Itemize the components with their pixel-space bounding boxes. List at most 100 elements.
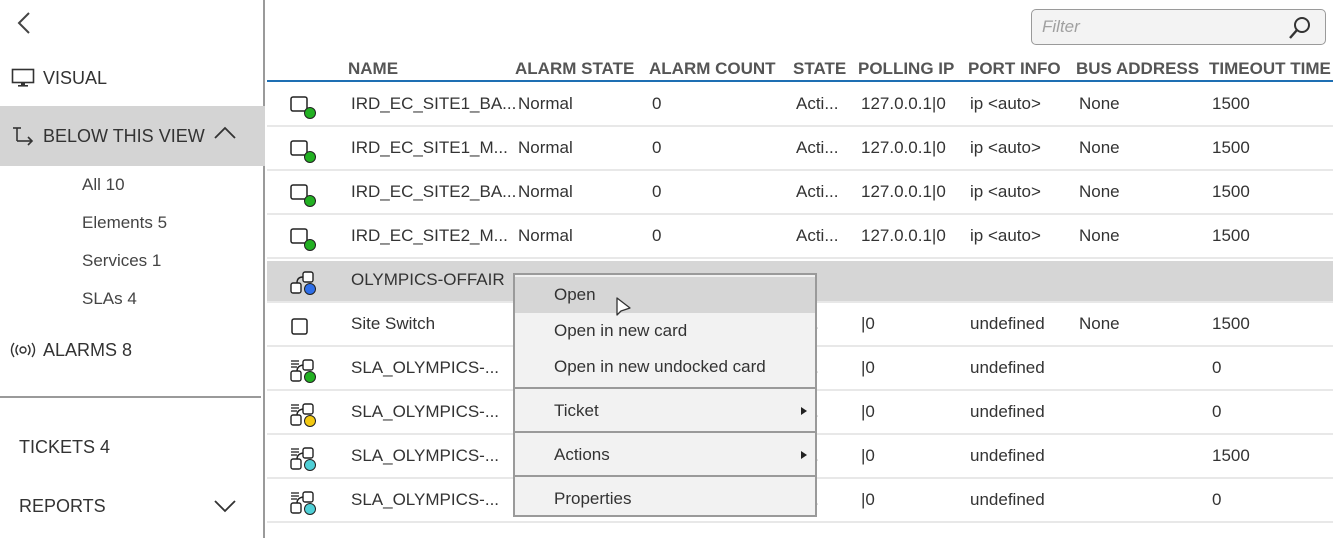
sla-icon: [289, 446, 319, 472]
cell-bus-address: None: [1079, 138, 1120, 157]
cell-alarm-count: 0: [652, 226, 662, 245]
menu-item-open-in-new-card[interactable]: Open in new card: [515, 313, 815, 349]
cell-port-info: undefined: [970, 402, 1045, 421]
cell-port-info: undefined: [970, 314, 1045, 333]
filter-input[interactable]: [1042, 16, 1282, 38]
cell-alarm-state: Normal: [518, 226, 573, 245]
cell-alarm-state: Normal: [518, 138, 573, 157]
menu-item-label: Ticket: [554, 401, 599, 420]
sub-item-services[interactable]: Services 1: [82, 251, 161, 271]
filter-box[interactable]: [1031, 9, 1326, 45]
chevron-up-icon[interactable]: [213, 124, 237, 145]
hierarchy-arrow-icon: [10, 126, 36, 146]
sub-item-elements[interactable]: Elements 5: [82, 213, 167, 233]
chevron-left-icon: [17, 12, 30, 34]
cell-polling-ip: |0: [861, 402, 875, 421]
column-header-alarm-state[interactable]: ALARM STATE: [515, 59, 634, 79]
sla-icon: [289, 490, 319, 516]
column-header-alarm-count[interactable]: ALARM COUNT: [649, 59, 776, 79]
chevron-down-icon[interactable]: [213, 497, 237, 518]
cell-polling-ip: |0: [861, 358, 875, 377]
cell-port-info: ip <auto>: [970, 94, 1041, 113]
menu-item-label: Open: [554, 285, 596, 304]
menu-item-open-in-new-undocked-card[interactable]: Open in new undocked card: [515, 349, 815, 385]
cell-name: Site Switch: [351, 314, 436, 333]
menu-item-ticket[interactable]: Ticket: [515, 393, 815, 429]
cell-polling-ip: |0: [861, 446, 875, 465]
cell-timeout-time: 0: [1212, 402, 1222, 421]
cell-name: IRD_EC_SITE2_BA...: [351, 182, 517, 201]
cell-polling-ip: 127.0.0.1|0: [861, 138, 946, 157]
nav-reports[interactable]: REPORTS: [0, 491, 265, 521]
table-row[interactable]: IRD_EC_SITE2_M... Normal 0 Acti... 127.0.0.1…: [267, 217, 1333, 259]
cell-alarm-count: 0: [652, 182, 662, 201]
nav-below-label: BELOW THIS VIEW: [43, 125, 205, 146]
menu-item-label: Actions: [554, 445, 610, 464]
menu-item-open[interactable]: Open: [515, 277, 815, 313]
element-icon: [289, 138, 319, 164]
menu-separator: [515, 387, 815, 389]
cell-state: Acti...: [796, 138, 839, 157]
nav-tickets[interactable]: TICKETS 4: [0, 432, 265, 462]
sub-item-slas[interactable]: SLAs 4: [82, 289, 137, 309]
cell-polling-ip: |0: [861, 314, 875, 333]
cell-bus-address: None: [1079, 314, 1120, 333]
search-icon[interactable]: [1287, 15, 1313, 41]
nav-visual[interactable]: VISUAL: [0, 62, 265, 94]
nav-alarms-label: ALARMS 8: [43, 339, 133, 360]
menu-item-properties[interactable]: Properties: [515, 481, 815, 517]
table-header: NAME ALARM STATE ALARM COUNT STATE POLLI…: [267, 56, 1333, 82]
column-header-state[interactable]: STATE: [793, 59, 846, 79]
menu-item-label: Open in new card: [554, 321, 688, 340]
column-header-name[interactable]: NAME: [348, 59, 398, 79]
table-row[interactable]: IRD_EC_SITE2_BA... Normal 0 Acti... 127.0.0.…: [267, 173, 1333, 215]
nav-below-this-view[interactable]: BELOW THIS VIEW: [0, 106, 265, 166]
cell-bus-address: None: [1079, 182, 1120, 201]
nav-reports-label: REPORTS: [19, 495, 106, 516]
element-icon: [289, 94, 319, 120]
cell-port-info: ip <auto>: [970, 182, 1041, 201]
cell-polling-ip: 127.0.0.1|0: [861, 226, 946, 245]
column-header-timeout-time[interactable]: TIMEOUT TIME: [1209, 59, 1331, 79]
column-header-bus-address[interactable]: BUS ADDRESS: [1076, 59, 1199, 79]
cell-polling-ip: 127.0.0.1|0: [861, 94, 946, 113]
sub-item-all[interactable]: All 10: [82, 175, 125, 195]
table-row[interactable]: IRD_EC_SITE1_BA... Normal 0 Acti... 127.0.0.…: [267, 85, 1333, 127]
column-header-port-info[interactable]: PORT INFO: [968, 59, 1061, 79]
nav-tickets-label: TICKETS 4: [19, 436, 111, 457]
cell-state: Acti...: [796, 94, 839, 113]
submenu-arrow-icon: [801, 451, 807, 459]
nav-alarms[interactable]: ALARMS 8: [0, 334, 265, 366]
cell-alarm-state: Normal: [518, 94, 573, 113]
cell-bus-address: None: [1079, 94, 1120, 113]
nav-visual-label: VISUAL: [43, 67, 108, 88]
cell-alarm-count: 0: [652, 94, 662, 113]
cell-timeout-time: 1500: [1212, 138, 1250, 157]
monitor-icon: [10, 68, 36, 88]
cell-timeout-time: 1500: [1212, 226, 1250, 245]
menu-separator: [515, 431, 815, 433]
broadcast-icon: [10, 340, 36, 360]
cell-timeout-time: 1500: [1212, 94, 1250, 113]
sidebar-divider: [0, 396, 261, 398]
table-row[interactable]: IRD_EC_SITE1_M... Normal 0 Acti... 127.0.0.1…: [267, 129, 1333, 171]
cell-name: OLYMPICS-OFFAIR: [351, 270, 505, 289]
cell-polling-ip: 127.0.0.1|0: [861, 182, 946, 201]
cell-polling-ip: |0: [861, 490, 875, 509]
cell-name: IRD_EC_SITE1_BA...: [351, 94, 517, 113]
cell-state: Acti...: [796, 226, 839, 245]
element-icon: [289, 226, 319, 252]
cell-alarm-count: 0: [652, 138, 662, 157]
cell-port-info: undefined: [970, 446, 1045, 465]
menu-item-actions[interactable]: Actions: [515, 437, 815, 473]
cell-name: SLA_OLYMPICS-...: [351, 446, 500, 465]
sla-icon: [289, 358, 319, 384]
menu-item-label: Open in new undocked card: [554, 357, 766, 376]
cell-timeout-time: 1500: [1212, 446, 1250, 465]
cell-name: SLA_OLYMPICS-...: [351, 358, 500, 377]
cell-name: IRD_EC_SITE2_M...: [351, 226, 508, 245]
cell-port-info: undefined: [970, 490, 1045, 509]
back-button[interactable]: [12, 10, 36, 36]
column-header-polling-ip[interactable]: POLLING IP: [858, 59, 954, 79]
cell-port-info: ip <auto>: [970, 226, 1041, 245]
